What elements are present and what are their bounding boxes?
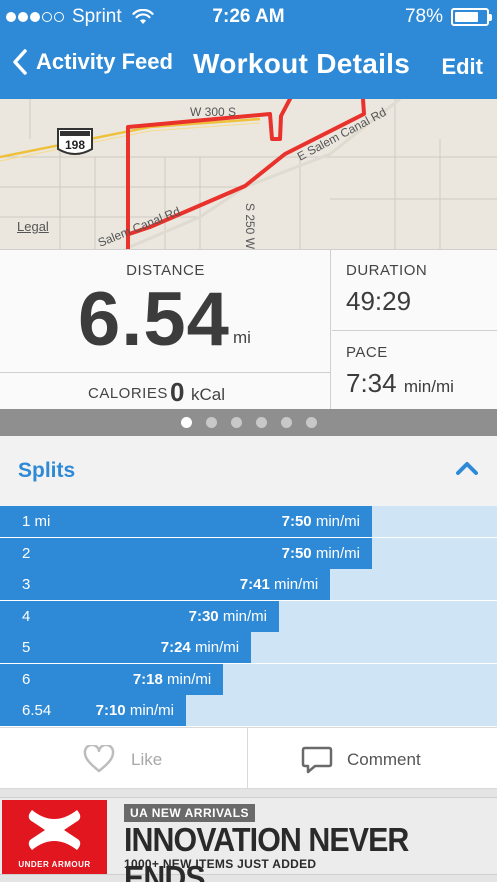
split-pace-unit: min/mi bbox=[194, 639, 240, 656]
heart-icon bbox=[83, 745, 115, 773]
stats-pager[interactable] bbox=[0, 409, 497, 436]
split-pace-unit: min/mi bbox=[222, 607, 267, 625]
like-label: Like bbox=[131, 750, 163, 769]
map-canvas: 198 W 300 S E Salem Canal Rd S 250 W Sal… bbox=[0, 99, 497, 249]
split-pace-value: 7:41 bbox=[239, 576, 270, 593]
calories-value: 0 bbox=[170, 377, 185, 407]
comment-bubble-icon bbox=[301, 746, 333, 774]
comment-label: Comment bbox=[347, 750, 421, 769]
duration-value: 49:29 bbox=[346, 286, 412, 316]
map-road-label: S 250 W bbox=[243, 203, 257, 249]
calories-unit: kCal bbox=[191, 385, 226, 404]
battery-percent: 78% bbox=[404, 6, 443, 27]
calories-label: CALORIES bbox=[88, 385, 168, 402]
split-pace: 7:18 min/mi bbox=[133, 671, 211, 688]
page-title: Workout Details bbox=[193, 48, 411, 79]
top-bar: Sprint 7:26 AM 78% Activity Feed Workout… bbox=[0, 0, 497, 99]
like-button[interactable]: Like bbox=[0, 728, 248, 789]
pace-unit: min/mi bbox=[403, 377, 454, 396]
split-pace-unit: min/mi bbox=[167, 670, 212, 688]
split-label: 5 bbox=[22, 639, 31, 656]
split-pace: 7:50 min/mi bbox=[282, 513, 360, 530]
map-road-label: E Salem Canal Rd bbox=[295, 105, 389, 164]
split-pace-value: 7:18 bbox=[132, 670, 163, 688]
split-pace-value: 7:24 bbox=[160, 639, 191, 656]
pace-value-line: 7:34 min/mi bbox=[346, 368, 454, 399]
page-indicator-dot[interactable] bbox=[280, 417, 292, 428]
split-pace-unit: min/mi bbox=[315, 544, 360, 562]
status-bar: Sprint 7:26 AM 78% bbox=[0, 0, 497, 34]
split-row: 1 mi 7:50 min/mi bbox=[0, 506, 497, 537]
page-indicator-dot[interactable] bbox=[230, 417, 242, 428]
split-row: 2 7:50 min/mi bbox=[0, 537, 497, 569]
status-right: 78% bbox=[404, 6, 492, 28]
back-button[interactable]: Activity Feed bbox=[12, 48, 173, 76]
pace-value: 7:34 bbox=[346, 368, 397, 398]
split-row: 5 7:24 min/mi bbox=[0, 632, 497, 663]
split-row: 4 7:30 min/mi bbox=[0, 600, 497, 632]
split-label: 1 mi bbox=[22, 513, 51, 530]
split-label: 6.54 bbox=[22, 702, 52, 719]
calories-row: CALORIES 0 kCal bbox=[0, 372, 331, 410]
advertisement-banner[interactable]: UNDER ARMOUR UA NEW ARRIVALS INNOVATION … bbox=[0, 789, 497, 882]
split-pace: 7:30 min/mi bbox=[189, 608, 267, 625]
split-pace-value: 7:30 bbox=[188, 607, 219, 625]
battery-icon bbox=[451, 8, 492, 26]
duration-pace-panel: DURATION 49:29 PACE 7:34 min/mi bbox=[332, 250, 497, 410]
page-indicator-dot[interactable] bbox=[255, 417, 267, 428]
split-pace: 7:50 min/mi bbox=[282, 545, 360, 562]
page-indicator-dot[interactable] bbox=[205, 417, 217, 428]
route-shield-label: 198 bbox=[65, 138, 85, 152]
route-map[interactable]: 198 W 300 S E Salem Canal Rd S 250 W Sal… bbox=[0, 99, 497, 249]
edit-button[interactable]: Edit bbox=[441, 54, 483, 80]
split-pace: 7:41 min/mi bbox=[240, 576, 318, 593]
split-pace-unit: min/mi bbox=[129, 702, 174, 719]
split-label: 4 bbox=[22, 607, 31, 625]
splits-title: Splits bbox=[18, 459, 76, 482]
workout-stats[interactable]: DISTANCE 6.54 mi CALORIES 0 kCal DURATIO… bbox=[0, 249, 497, 410]
distance-panel: DISTANCE 6.54 mi CALORIES 0 kCal bbox=[0, 250, 331, 410]
comment-button[interactable]: Comment bbox=[249, 728, 497, 789]
split-label: 3 bbox=[22, 576, 31, 593]
back-label: Activity Feed bbox=[36, 49, 173, 74]
ad-tag: UA NEW ARRIVALS bbox=[124, 804, 256, 822]
split-pace: 7:10 min/mi bbox=[96, 702, 174, 719]
ad-content: UNDER ARMOUR UA NEW ARRIVALS INNOVATION … bbox=[0, 797, 497, 882]
page-indicator-dot[interactable] bbox=[180, 417, 192, 428]
split-pace: 7:24 min/mi bbox=[161, 639, 239, 656]
pace-box: PACE 7:34 min/mi bbox=[332, 330, 497, 410]
split-pace-value: 7:50 bbox=[281, 544, 312, 562]
map-road-label: W 300 S bbox=[190, 105, 236, 119]
map-legal-link[interactable]: Legal bbox=[17, 219, 49, 234]
splits-list: 1 mi 7:50 min/mi 2 7:50 min/mi 3 7:41 min/mi 4… bbox=[0, 506, 497, 727]
split-label: 2 bbox=[22, 544, 31, 562]
duration-label: DURATION bbox=[346, 262, 428, 279]
chevron-left-icon bbox=[13, 49, 27, 75]
split-pace-unit: min/mi bbox=[315, 513, 360, 530]
distance-value: 6.54 bbox=[78, 277, 230, 362]
chevron-up-icon[interactable] bbox=[455, 460, 479, 476]
navigation-bar: Activity Feed Workout Details Edit bbox=[0, 38, 497, 94]
split-row: 6.54 7:10 min/mi bbox=[0, 695, 497, 726]
split-row: 6 7:18 min/mi bbox=[0, 663, 497, 695]
pace-label: PACE bbox=[346, 344, 388, 361]
ua-logo-icon bbox=[28, 810, 81, 850]
split-pace-unit: min/mi bbox=[273, 576, 319, 593]
ad-headline: INNOVATION NEVER ENDS. bbox=[124, 821, 409, 882]
under-armour-logo: UNDER ARMOUR bbox=[2, 800, 107, 874]
distance-unit: mi bbox=[233, 328, 251, 347]
split-pace-value: 7:50 bbox=[281, 513, 312, 530]
ad-brand: UNDER ARMOUR bbox=[18, 860, 91, 869]
split-row: 3 7:41 min/mi bbox=[0, 569, 497, 600]
splits-header[interactable]: Splits bbox=[0, 436, 497, 506]
split-label: 6 bbox=[22, 670, 31, 688]
ad-subline: 1000+ NEW ITEMS JUST ADDED bbox=[124, 857, 317, 871]
split-pace-value: 7:10 bbox=[95, 702, 126, 719]
action-bar: Like Comment bbox=[0, 727, 497, 789]
page-indicator-dot[interactable] bbox=[305, 417, 317, 428]
